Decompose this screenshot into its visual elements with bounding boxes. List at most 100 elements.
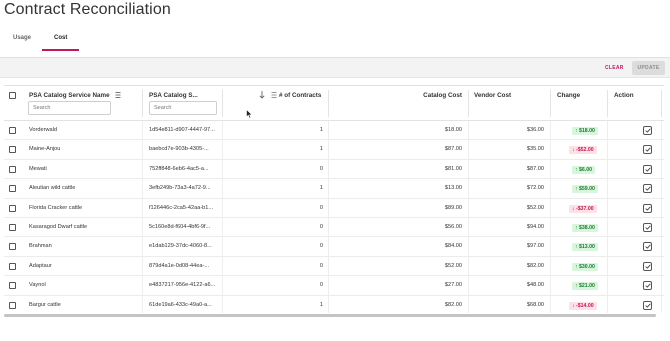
service-name-filter-input[interactable]	[28, 101, 111, 115]
column-header-change[interactable]: Change	[557, 92, 580, 99]
drag-handle-icon[interactable]	[271, 91, 277, 100]
cell-divider	[328, 218, 329, 237]
tab-cost[interactable]: Cost	[54, 35, 67, 41]
toolbar: CLEAR UPDATE	[0, 57, 670, 78]
change-badge: ↑ $18.00	[572, 127, 598, 135]
service-name-cell: Maine-Anjou	[29, 146, 61, 153]
check-square-icon[interactable]	[643, 281, 652, 291]
row-checkbox[interactable]	[9, 146, 16, 154]
clear-button[interactable]: CLEAR	[605, 65, 624, 71]
cell-divider	[468, 218, 469, 237]
cell-divider	[142, 121, 143, 140]
row-checkbox[interactable]	[9, 127, 16, 134]
check-square-icon[interactable]	[643, 300, 652, 310]
change-badge: ↑ $6.00	[572, 165, 596, 174]
select-all-checkbox[interactable]	[9, 92, 16, 99]
column-header-vendor-cost[interactable]: Vendor Cost	[474, 92, 511, 99]
row-checkbox[interactable]	[9, 165, 16, 173]
cell-divider	[222, 276, 223, 296]
service-id-cell: 3efb249b-73a3-4a72-9...	[149, 185, 211, 192]
cell-divider	[661, 276, 662, 296]
row-checkbox[interactable]	[9, 282, 16, 290]
drag-handle-icon[interactable]	[115, 91, 121, 100]
contracts-cell: 1	[319, 301, 323, 308]
table-row[interactable]: Vorderwald 1d54e811-d907-4447-97... 1 $18.0…	[4, 121, 664, 141]
row-checkbox[interactable]	[9, 185, 16, 193]
service-id-cell: e4837217-956e-4122-a6...	[149, 282, 216, 289]
contracts-cell: 1	[319, 185, 323, 192]
cell-divider	[661, 140, 662, 160]
catalog-cost-cell: $82.00	[444, 301, 462, 308]
contracts-cell: 0	[319, 165, 323, 172]
check-square-icon[interactable]	[643, 164, 652, 174]
cell-divider	[607, 295, 608, 313]
column-header-catalog-cost[interactable]: Catalog Cost	[394, 92, 462, 99]
column-header-contracts[interactable]: # of Contracts	[279, 92, 321, 99]
change-badge: ↑ $13.00	[572, 243, 598, 252]
cell-divider	[142, 159, 143, 179]
sort-arrow-icon[interactable]	[259, 91, 265, 99]
table-row[interactable]: Brahman e1dab129-37dc-4060-8... 0 $84.00 $97…	[4, 237, 664, 257]
cell-divider	[661, 121, 662, 140]
cell-divider	[661, 159, 662, 179]
cell-divider	[607, 140, 608, 160]
cell-divider	[222, 295, 223, 313]
row-checkbox[interactable]	[9, 243, 16, 251]
check-square-icon[interactable]	[643, 261, 652, 271]
cell-divider	[468, 121, 469, 140]
change-badge: ↓ -$52.00	[569, 146, 597, 155]
active-tab-indicator	[42, 49, 79, 51]
vendor-cost-cell: $35.00	[526, 146, 544, 153]
column-header-service-id[interactable]: PSA Catalog S...	[149, 92, 198, 99]
row-checkbox[interactable]	[9, 204, 16, 212]
change-badge: ↓ -$14.00	[569, 301, 597, 310]
table-row[interactable]: Florida Cracker cattle f126446c-2ca5-42aa…	[4, 198, 664, 218]
change-badge: ↑ $38.00	[572, 224, 598, 232]
row-checkbox[interactable]	[9, 262, 16, 270]
contracts-cell: 0	[319, 282, 323, 289]
row-checkbox[interactable]	[9, 224, 16, 231]
vendor-cost-cell: $97.00	[526, 243, 544, 250]
table-row[interactable]: Kasaragod Dwarf cattle 5c160e8d-f604-4bf6…	[4, 218, 664, 238]
cell-divider	[328, 295, 329, 313]
table-row[interactable]: Bargur cattle 61de19a6-433c-49a0-a... 1 $82…	[4, 295, 664, 313]
check-square-icon[interactable]	[643, 203, 652, 213]
check-square-icon[interactable]	[643, 145, 652, 155]
cell-divider	[328, 140, 329, 160]
catalog-cost-cell: $89.00	[444, 204, 462, 211]
check-square-icon[interactable]	[643, 184, 652, 194]
table-row[interactable]: Vaynol e4837217-956e-4122-a6... 0 $27.00 $48…	[4, 276, 664, 296]
update-button[interactable]: UPDATE	[632, 61, 665, 75]
cell-divider	[142, 276, 143, 296]
table-row[interactable]: Adaptaur 879d4a1e-0d08-44ea-... 0 $52.00 $82…	[4, 256, 664, 277]
table-row[interactable]: Aleutian wild cattle 3efb249b-73a3-4a72-9…	[4, 179, 664, 199]
horizontal-scrollbar[interactable]	[4, 314, 656, 317]
check-square-icon[interactable]	[643, 126, 652, 135]
cell-divider	[328, 159, 329, 179]
cell-divider	[142, 140, 143, 160]
cell-divider	[222, 237, 223, 257]
cell-divider	[661, 218, 662, 237]
column-header-service-name[interactable]: PSA Catalog Service Name	[29, 92, 110, 99]
service-id-cell: 1d54e811-d907-4447-97...	[149, 127, 215, 133]
cell-divider	[661, 256, 662, 276]
service-id-cell: 5c160e8d-f604-4bf6-9f...	[149, 224, 211, 230]
cell-divider	[607, 159, 608, 179]
cell-divider	[328, 179, 329, 199]
cell-divider	[222, 121, 223, 140]
table-row[interactable]: Maine-Anjou baebcd7e-903b-4305-... 1 $87.00…	[4, 140, 664, 160]
check-square-icon[interactable]	[643, 242, 652, 252]
tab-usage[interactable]: Usage	[13, 35, 31, 41]
cell-divider	[468, 179, 469, 199]
row-checkbox[interactable]	[9, 301, 16, 309]
cell-divider	[468, 140, 469, 160]
cell-divider	[607, 121, 608, 140]
service-id-filter-input[interactable]	[149, 101, 217, 115]
table-row[interactable]: Mewati 752ff848-6eb6-4ac5-a... 0 $81.00 $87.…	[4, 159, 664, 180]
service-id-cell: e1dab129-37dc-4060-8...	[149, 243, 212, 250]
check-square-icon[interactable]	[643, 223, 652, 232]
cell-divider	[607, 218, 608, 237]
cell-divider	[550, 159, 551, 179]
contracts-cell: 0	[319, 204, 323, 211]
contracts-cell: 1	[319, 146, 323, 153]
